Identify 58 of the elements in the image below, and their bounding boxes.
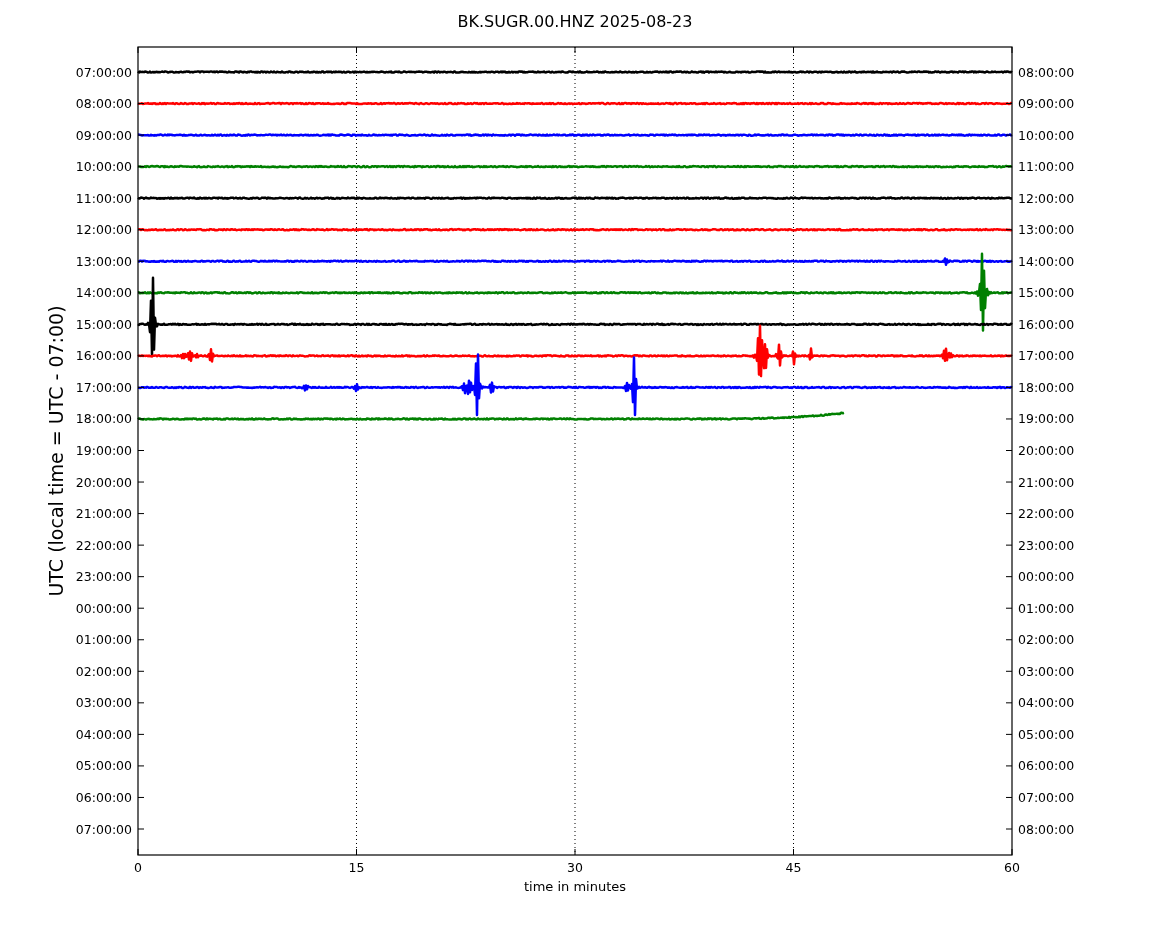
y-tick-label: 18:00:00 [1018,379,1075,395]
y-tick-label: 03:00:00 [1018,663,1075,679]
y-tick-label: 16:00:00 [1018,316,1075,332]
y-tick-label: 14:00:00 [75,285,132,301]
y-tick-label: 03:00:00 [75,695,132,711]
y-tick-label: 06:00:00 [1018,758,1075,774]
x-tick-label: 45 [785,860,802,875]
y-tick-label: 12:00:00 [1018,190,1075,206]
y-tick-label: 20:00:00 [75,474,132,490]
y-tick-label: 20:00:00 [1018,443,1075,458]
y-tick-label: 10:00:00 [1018,127,1075,143]
x-tick-label: 0 [134,860,142,875]
y-tick-label: 19:00:00 [75,443,132,458]
y-tick-label: 23:00:00 [1018,537,1075,553]
y-tick-label: 15:00:00 [1018,285,1075,301]
y-tick-label: 05:00:00 [75,758,132,774]
y-tick-label: 23:00:00 [75,569,132,585]
y-tick-label: 08:00:00 [75,96,132,112]
y-tick-label: 22:00:00 [1018,506,1075,522]
x-tick-label: 15 [348,860,365,875]
y-tick-label: 07:00:00 [75,64,132,80]
y-tick-label: 12:00:00 [75,222,132,238]
x-tick-label: 60 [1004,860,1020,875]
figure-title: BK.SUGR.00.HNZ 2025-08-23 [457,12,693,31]
y-tick-label: 18:00:00 [75,411,132,427]
y-tick-label: 11:00:00 [1018,159,1075,175]
y-tick-label: 07:00:00 [75,821,132,837]
y-tick-label: 09:00:00 [1018,96,1075,112]
y-tick-label: 07:00:00 [1018,789,1075,805]
y-tick-label: 01:00:00 [1018,600,1075,616]
x-axis-label: time in minutes [523,879,627,894]
y-tick-label: 19:00:00 [1018,411,1075,427]
y-tick-label: 00:00:00 [75,600,132,616]
y-tick-label: 01:00:00 [75,632,132,648]
y-tick-label: 02:00:00 [75,663,132,679]
y-tick-label: 21:00:00 [75,506,132,522]
y-tick-label: 08:00:00 [1018,64,1075,80]
y-tick-label: 22:00:00 [75,537,132,553]
y-tick-label: 10:00:00 [75,159,132,175]
y-tick-label: 00:00:00 [1018,569,1075,585]
y-tick-label: 04:00:00 [75,726,132,742]
y-tick-label: 17:00:00 [1018,348,1075,364]
y-tick-label: 05:00:00 [1018,726,1075,742]
y-tick-label: 11:00:00 [75,190,132,206]
y-tick-label: 09:00:00 [75,127,132,143]
y-tick-label: 14:00:00 [1018,253,1075,269]
x-tick-label: 30 [567,860,583,875]
y-tick-label: 13:00:00 [75,253,132,269]
y-tick-label: 21:00:00 [1018,474,1075,490]
y-tick-label: 06:00:00 [75,789,132,805]
y-tick-label: 15:00:00 [75,316,132,332]
y-tick-label: 04:00:00 [1018,695,1075,711]
y-tick-label: 16:00:00 [75,348,132,364]
y-tick-label: 08:00:00 [1018,821,1075,837]
y-tick-label: 17:00:00 [75,379,132,395]
y-tick-label: 13:00:00 [1018,222,1075,238]
y-tick-label: 02:00:00 [1018,632,1075,648]
y-axis-label: UTC (local time = UTC - 07:00) [45,305,67,597]
